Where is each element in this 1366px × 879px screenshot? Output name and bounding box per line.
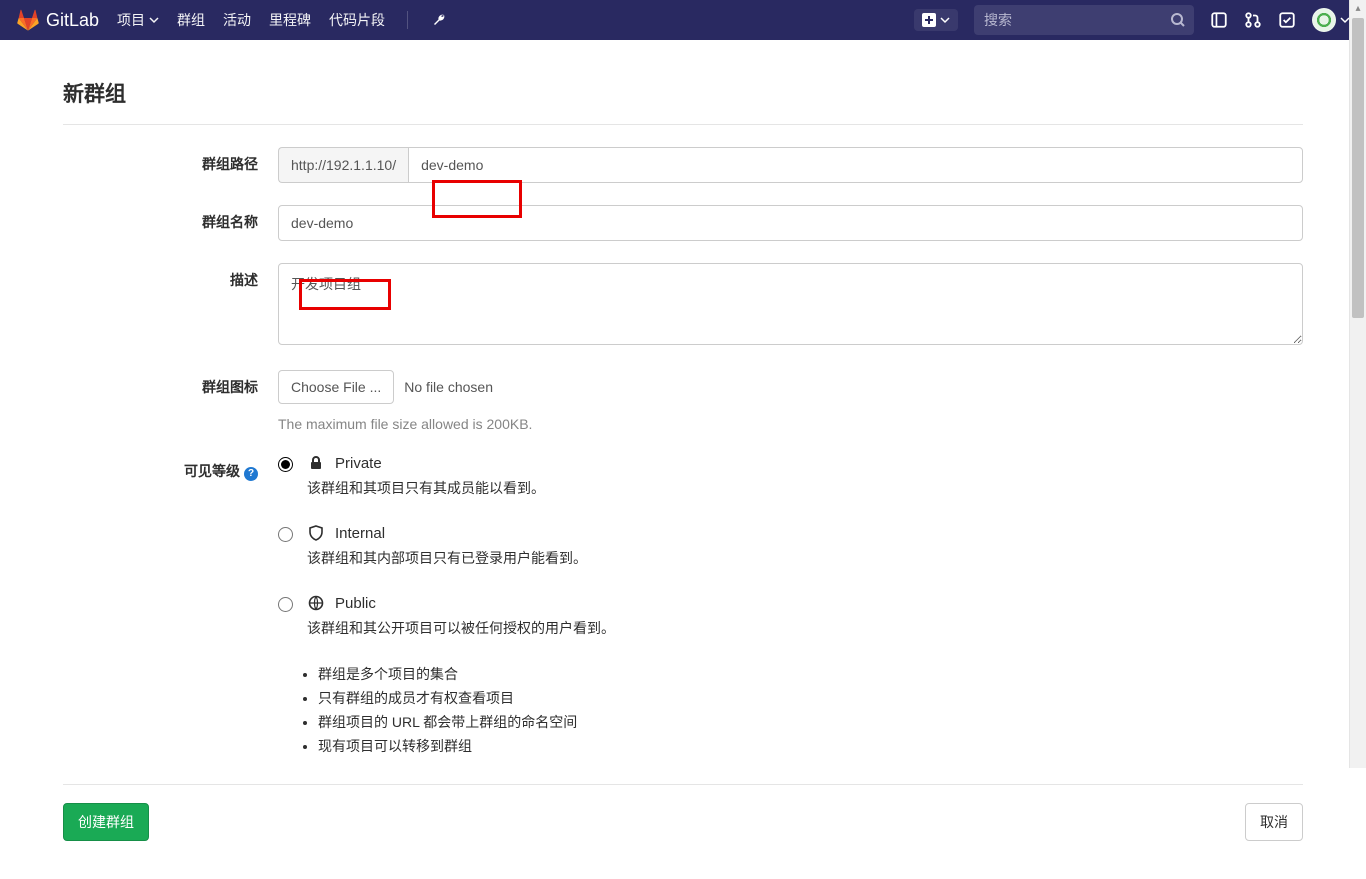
plus-icon: [922, 13, 936, 27]
plus-dropdown[interactable]: [914, 9, 958, 31]
wrench-icon[interactable]: [430, 11, 448, 29]
public-title: Public: [335, 595, 376, 612]
bullet-item: 群组是多个项目的集合: [318, 664, 1303, 684]
file-hint-text: The maximum file size allowed is 200KB.: [278, 416, 1303, 432]
group-name-input[interactable]: [278, 205, 1303, 241]
bullet-item: 现有项目可以转移到群组: [318, 736, 1303, 756]
radio-internal[interactable]: [278, 527, 293, 542]
nav-groups[interactable]: 群组: [177, 10, 205, 30]
form-footer: 创建群组 取消: [63, 784, 1303, 849]
issues-icon[interactable]: [1210, 11, 1228, 29]
visibility-public: Public 该群组和其公开项目可以被任何授权的用户看到。: [278, 594, 1303, 638]
private-desc: 该群组和其项目只有其成员能以看到。: [307, 478, 545, 498]
merge-requests-icon[interactable]: [1244, 11, 1262, 29]
nav-snippets[interactable]: 代码片段: [329, 10, 385, 30]
visibility-internal: Internal 该群组和其内部项目只有已登录用户能看到。: [278, 524, 1303, 568]
search-icon[interactable]: [1170, 12, 1186, 28]
nav-activity[interactable]: 活动: [223, 10, 251, 30]
lock-icon: [307, 454, 325, 472]
chevron-down-icon: [940, 15, 950, 25]
nav-projects[interactable]: 项目: [117, 10, 159, 30]
chevron-down-icon: [149, 15, 159, 25]
scroll-thumb[interactable]: [1352, 18, 1364, 318]
page-title: 新群组: [63, 60, 1303, 125]
path-prefix: http://192.1.1.10/: [278, 147, 408, 183]
gitlab-icon: [16, 8, 40, 32]
description-input[interactable]: [278, 263, 1303, 345]
private-title: Private: [335, 455, 382, 472]
group-path-input[interactable]: [408, 147, 1303, 183]
help-icon[interactable]: ?: [244, 467, 258, 481]
bullet-item: 只有群组的成员才有权查看项目: [318, 688, 1303, 708]
radio-private[interactable]: [278, 457, 293, 472]
user-menu[interactable]: [1312, 8, 1350, 32]
visibility-private: Private 该群组和其项目只有其成员能以看到。: [278, 454, 1303, 498]
create-group-button[interactable]: 创建群组: [63, 803, 149, 841]
path-input-group: http://192.1.1.10/: [278, 147, 1303, 183]
todos-icon[interactable]: [1278, 11, 1296, 29]
scroll-up-arrow[interactable]: ▴: [1350, 0, 1366, 17]
row-group-icon: 群组图标 Choose File ... No file chosen The …: [63, 348, 1303, 432]
label-description: 描述: [63, 263, 278, 290]
label-group-name: 群组名称: [63, 205, 278, 232]
search-bar: [974, 5, 1194, 35]
nav-milestones[interactable]: 里程碑: [269, 10, 311, 30]
radio-public[interactable]: [278, 597, 293, 612]
label-group-icon: 群组图标: [63, 370, 278, 397]
globe-icon: [307, 594, 325, 612]
top-navbar: GitLab 项目 群组 活动 里程碑 代码片段: [0, 0, 1366, 40]
search-input[interactable]: [984, 12, 1170, 28]
public-desc: 该群组和其公开项目可以被任何授权的用户看到。: [307, 618, 615, 638]
row-group-path: 群组路径 http://192.1.1.10/: [63, 125, 1303, 183]
shield-icon: [307, 524, 325, 542]
brand-text: GitLab: [46, 10, 99, 31]
internal-title: Internal: [335, 525, 385, 542]
cancel-button[interactable]: 取消: [1245, 803, 1303, 841]
nav-right: [914, 5, 1350, 35]
avatar: [1312, 8, 1336, 32]
group-info-list: 群组是多个项目的集合 只有群组的成员才有权查看项目 群组项目的 URL 都会带上…: [278, 664, 1303, 756]
row-visibility: 可见等级? Private 该群组和其项目只有其成员能以看到。 In: [63, 432, 1303, 760]
bullet-item: 群组项目的 URL 都会带上群组的命名空间: [318, 712, 1303, 732]
nav-separator: [407, 11, 408, 29]
file-status-text: No file chosen: [404, 379, 493, 395]
label-group-path: 群组路径: [63, 147, 278, 174]
label-visibility: 可见等级?: [63, 454, 278, 481]
internal-desc: 该群组和其内部项目只有已登录用户能看到。: [307, 548, 587, 568]
nav-menu: 项目 群组 活动 里程碑 代码片段: [117, 10, 448, 30]
choose-file-button[interactable]: Choose File ...: [278, 370, 394, 404]
row-group-name: 群组名称: [63, 183, 1303, 241]
gitlab-logo[interactable]: GitLab: [16, 8, 99, 32]
row-description: 描述: [63, 241, 1303, 348]
page-content: 新群组 群组路径 http://192.1.1.10/ 群组名称 描述 群组图标…: [33, 40, 1333, 879]
scrollbar[interactable]: ▴: [1349, 0, 1366, 768]
